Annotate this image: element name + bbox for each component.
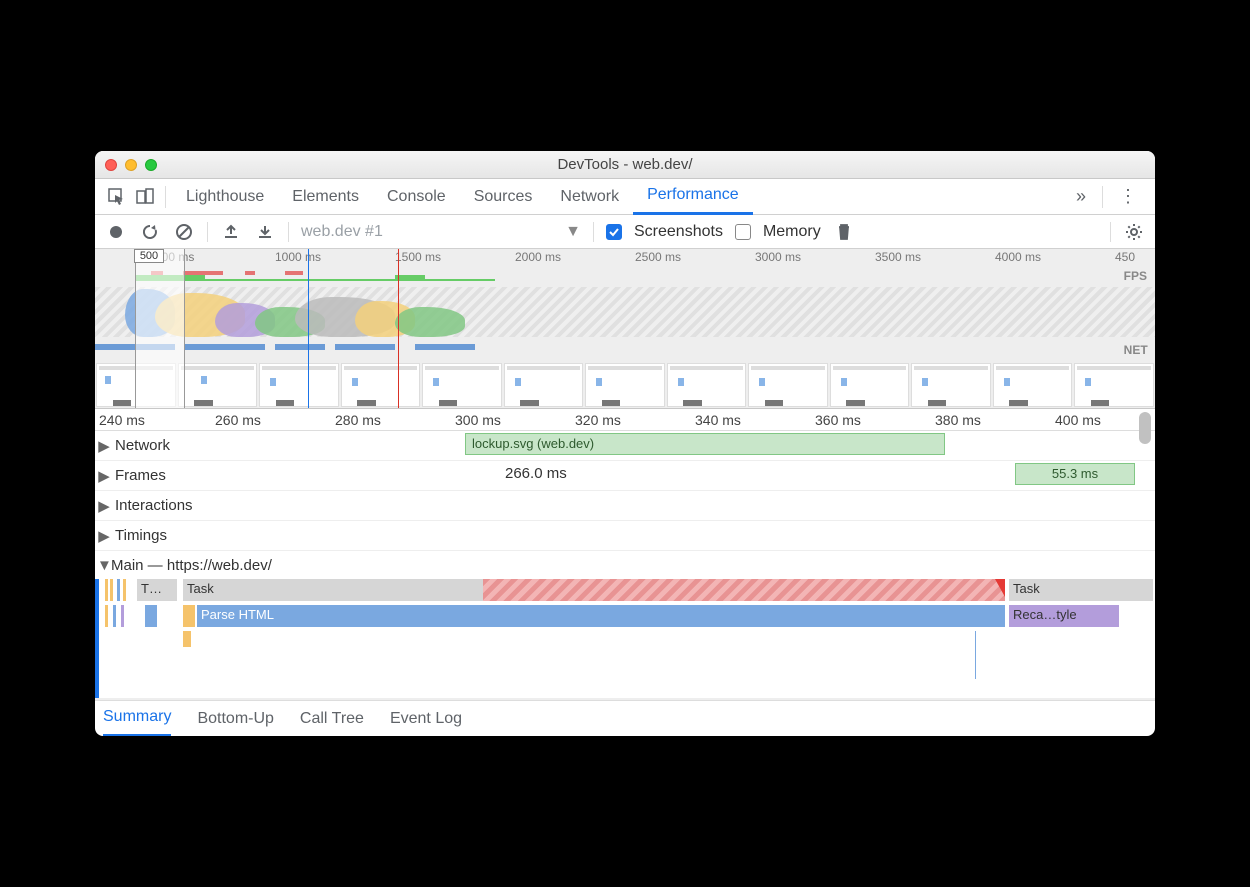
devtools-window: DevTools - web.dev/ Lighthouse Elements … bbox=[95, 151, 1155, 736]
activity-row: Parse HTML Reca…tyle bbox=[95, 605, 1155, 631]
overview-cursor-red bbox=[398, 249, 399, 408]
inspect-element-icon[interactable] bbox=[103, 183, 131, 211]
expand-icon[interactable]: ▶ bbox=[97, 497, 111, 515]
clear-button[interactable] bbox=[173, 221, 195, 243]
record-button[interactable] bbox=[105, 221, 127, 243]
tab-call-tree[interactable]: Call Tree bbox=[300, 701, 364, 737]
tab-bottom-up[interactable]: Bottom-Up bbox=[197, 701, 273, 737]
collapse-icon[interactable]: ▼ bbox=[97, 557, 111, 574]
settings-kebab-icon[interactable]: ⋮ bbox=[1109, 186, 1147, 207]
long-task-triangle-icon bbox=[995, 579, 1005, 597]
window-controls bbox=[105, 159, 157, 171]
zoom-window-button[interactable] bbox=[145, 159, 157, 171]
window-title: DevTools - web.dev/ bbox=[95, 156, 1155, 173]
main-ruler: 240 ms 260 ms 280 ms 300 ms 320 ms 340 m… bbox=[95, 409, 1155, 431]
overview-cursor-blue bbox=[308, 249, 309, 408]
tab-performance[interactable]: Performance bbox=[633, 179, 753, 215]
load-profile-icon[interactable] bbox=[220, 221, 242, 243]
profile-select[interactable]: web.dev #1 ▼ bbox=[301, 223, 581, 241]
titlebar: DevTools - web.dev/ bbox=[95, 151, 1155, 179]
main-thread-header[interactable]: ▼ Main — https://web.dev/ bbox=[95, 551, 1155, 579]
track-network[interactable]: ▶ Network lockup.svg (web.dev) bbox=[95, 431, 1155, 461]
panel-tabs: Lighthouse Elements Console Sources Netw… bbox=[172, 179, 1066, 215]
frame-bar[interactable]: 55.3 ms bbox=[1015, 463, 1135, 485]
frame-duration: 266.0 ms bbox=[505, 465, 567, 482]
flame-empty-area bbox=[95, 631, 1155, 699]
task-row: T… Task Task bbox=[95, 579, 1155, 605]
expand-icon[interactable]: ▶ bbox=[97, 527, 111, 545]
overview-cpu-lane bbox=[95, 287, 1155, 337]
profile-name: web.dev #1 bbox=[301, 223, 383, 241]
flame-recalc-style[interactable]: Reca…tyle bbox=[1009, 605, 1119, 627]
more-tabs-icon[interactable]: » bbox=[1066, 186, 1096, 207]
overview-fps-lane bbox=[95, 267, 1155, 283]
device-toolbar-icon[interactable] bbox=[131, 183, 159, 211]
save-profile-icon[interactable] bbox=[254, 221, 276, 243]
main-thread-section: ▼ Main — https://web.dev/ T… Task Task bbox=[95, 551, 1155, 700]
overview-ruler: 500 ms 1000 ms 1500 ms 2000 ms 2500 ms 3… bbox=[95, 249, 1155, 267]
performance-toolbar: web.dev #1 ▼ Screenshots Memory bbox=[95, 215, 1155, 249]
tab-network[interactable]: Network bbox=[546, 179, 633, 215]
devtools-tabstrip: Lighthouse Elements Console Sources Netw… bbox=[95, 179, 1155, 215]
flame-parse-html[interactable]: Parse HTML bbox=[197, 605, 1005, 627]
flame-task[interactable]: Task bbox=[1009, 579, 1153, 601]
flame-script[interactable] bbox=[183, 605, 195, 627]
delete-profile-icon[interactable] bbox=[833, 221, 855, 243]
flame-task[interactable]: T… bbox=[137, 579, 177, 601]
details-tabstrip: Summary Bottom-Up Call Tree Event Log bbox=[95, 700, 1155, 736]
overview-net-lane bbox=[95, 343, 1155, 351]
tab-summary[interactable]: Summary bbox=[103, 701, 171, 737]
flame-script[interactable] bbox=[183, 631, 191, 647]
memory-label: Memory bbox=[763, 223, 821, 241]
reload-record-button[interactable] bbox=[139, 221, 161, 243]
overview-selection[interactable]: 500 bbox=[135, 249, 185, 408]
tab-event-log[interactable]: Event Log bbox=[390, 701, 462, 737]
track-interactions[interactable]: ▶ Interactions bbox=[95, 491, 1155, 521]
track-timings[interactable]: ▶ Timings bbox=[95, 521, 1155, 551]
minimize-window-button[interactable] bbox=[125, 159, 137, 171]
settings-gear-icon[interactable] bbox=[1123, 221, 1145, 243]
screenshots-checkbox[interactable] bbox=[606, 224, 622, 240]
tab-elements[interactable]: Elements bbox=[278, 179, 373, 215]
track-frames[interactable]: ▶ Frames 266.0 ms 55.3 ms bbox=[95, 461, 1155, 491]
selection-handle-left[interactable]: 500 bbox=[134, 249, 164, 263]
overview-filmstrip[interactable] bbox=[95, 362, 1155, 408]
tab-lighthouse[interactable]: Lighthouse bbox=[172, 179, 278, 215]
overview-pane[interactable]: 500 ms 1000 ms 1500 ms 2000 ms 2500 ms 3… bbox=[95, 249, 1155, 409]
long-task-warning bbox=[483, 579, 1005, 601]
chevron-down-icon: ▼ bbox=[565, 223, 581, 241]
memory-checkbox[interactable] bbox=[735, 224, 751, 240]
screenshots-label: Screenshots bbox=[634, 223, 723, 241]
network-request-bar[interactable]: lockup.svg (web.dev) bbox=[465, 433, 945, 455]
tab-console[interactable]: Console bbox=[373, 179, 460, 215]
flamechart-area[interactable]: 240 ms 260 ms 280 ms 300 ms 320 ms 340 m… bbox=[95, 409, 1155, 700]
tab-sources[interactable]: Sources bbox=[460, 179, 547, 215]
close-window-button[interactable] bbox=[105, 159, 117, 171]
